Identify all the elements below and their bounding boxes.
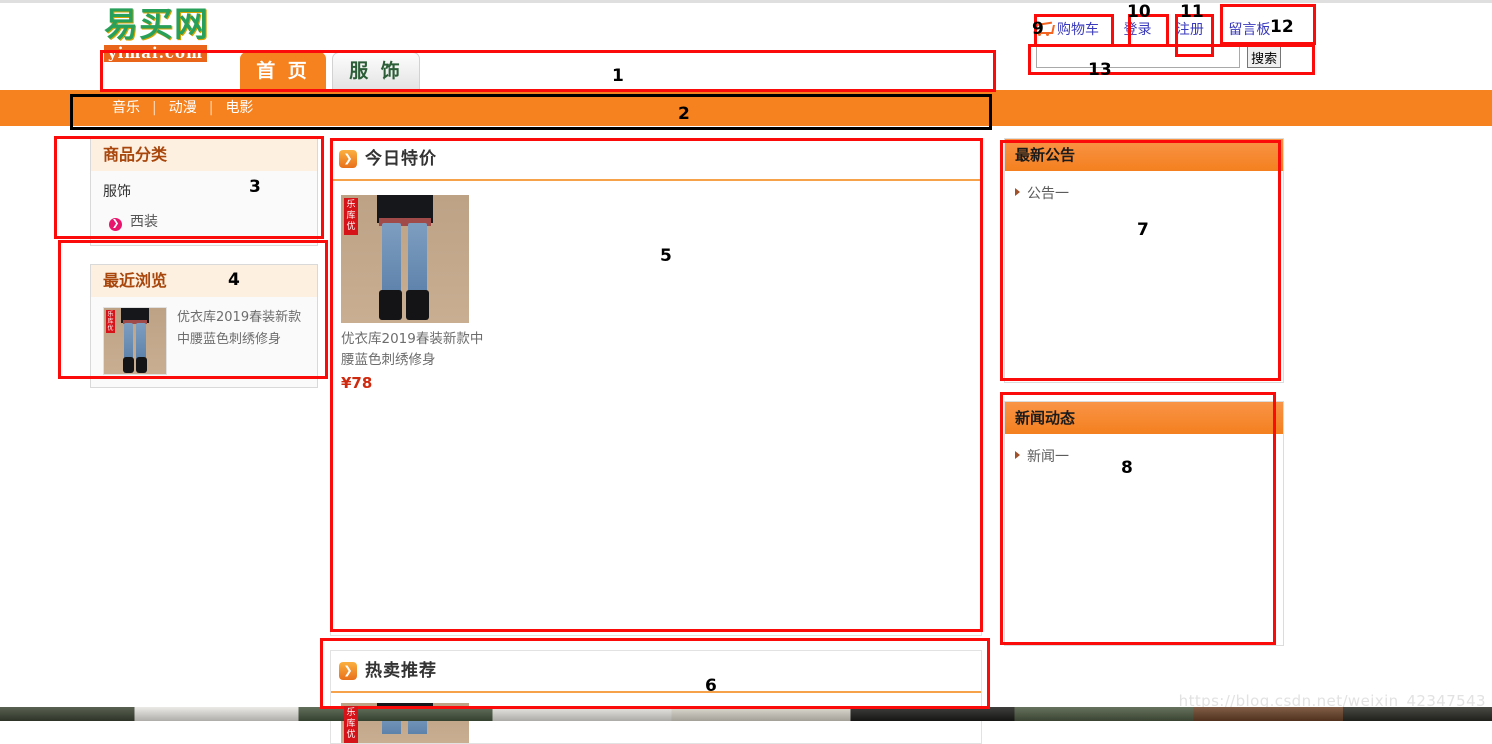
jeans-image: [341, 195, 469, 323]
login-link[interactable]: 登录: [1123, 18, 1151, 42]
triangle-bullet-icon: [1015, 188, 1020, 196]
recent-panel-title: 最近浏览: [91, 265, 317, 297]
chevron-square-icon: ❯: [339, 150, 357, 168]
chevron-circle-icon: ❯: [109, 218, 122, 231]
subnav-bar: 音乐 | 动漫 | 电影: [0, 90, 1492, 126]
announcement-item[interactable]: 公告一: [1015, 183, 1273, 205]
logo-domain: yimai.com: [104, 45, 207, 62]
category-panel: 商品分类 服饰 ❯ 西装: [90, 138, 318, 246]
top-links: 购物车 登录 注册 留言板: [1034, 18, 1290, 42]
today-deal-body: 乐库优 优衣库2019春装新款中腰蓝色刺绣修身 ¥78: [331, 181, 981, 635]
hot-recommend-header: ❯ 热卖推荐: [331, 651, 981, 693]
subnav-item-anime[interactable]: 动漫: [157, 90, 209, 126]
promo-badge: 乐库优: [106, 310, 115, 333]
news-item[interactable]: 新闻一: [1015, 446, 1273, 468]
taskbar-strip: [0, 707, 1492, 721]
search-input[interactable]: [1036, 46, 1240, 68]
product-name[interactable]: 优衣库2019春装新款中腰蓝色刺绣修身: [177, 307, 305, 375]
announcement-panel: 最新公告 公告一: [1004, 138, 1284, 383]
main-tabs: 首 页 服 饰: [240, 52, 426, 90]
hot-recommend-section: ❯ 热卖推荐 乐库优: [330, 650, 982, 744]
triangle-bullet-icon: [1015, 451, 1020, 459]
product-card[interactable]: 乐库优 优衣库2019春装新款中腰蓝色刺绣修身 ¥78: [341, 195, 483, 392]
search-bar: 搜索: [1036, 46, 1282, 68]
product-thumbnail[interactable]: 乐库优: [103, 307, 167, 375]
browser-top-divider: [0, 0, 1492, 3]
main-content: ❯ 今日特价 乐库优 优衣库2019春装新款中腰蓝色刺绣修身 ¥78 ❯ 热卖推…: [330, 138, 982, 744]
product-price: ¥78: [341, 374, 373, 392]
site-logo[interactable]: 易买网 yimai.com: [104, 6, 234, 68]
news-panel-title: 新闻动态: [1005, 402, 1283, 434]
category-panel-body: 服饰 ❯ 西装: [91, 171, 317, 245]
subnav-item-movie[interactable]: 电影: [213, 90, 265, 126]
search-button[interactable]: 搜索: [1247, 46, 1282, 68]
category-sub-item-label: 西装: [130, 214, 158, 230]
today-deal-title: 今日特价: [365, 149, 437, 169]
today-deal-header: ❯ 今日特价: [331, 139, 981, 181]
promo-badge: 乐库优: [344, 706, 358, 743]
category-sub-item-suit[interactable]: ❯ 西装: [103, 207, 305, 235]
product-image[interactable]: 乐库优: [341, 195, 469, 323]
page-root: 易买网 yimai.com 首 页 服 饰 购物车 登录 注册 留言板 搜索 音…: [0, 0, 1492, 744]
news-panel: 新闻动态 新闻一: [1004, 401, 1284, 646]
register-link[interactable]: 注册: [1176, 18, 1204, 42]
right-sidebar: 最新公告 公告一 新闻动态 新闻一: [1004, 138, 1284, 664]
tab-clothing[interactable]: 服 饰: [332, 52, 420, 89]
announcement-item-label: 公告一: [1027, 186, 1069, 202]
news-panel-body: 新闻一: [1005, 434, 1283, 480]
cart-link[interactable]: 购物车: [1034, 18, 1099, 42]
logo-text: 易买网: [104, 5, 209, 45]
subnav-links: 音乐 | 动漫 | 电影: [100, 90, 265, 126]
hot-recommend-title: 热卖推荐: [365, 661, 437, 681]
today-deal-section: ❯ 今日特价 乐库优 优衣库2019春装新款中腰蓝色刺绣修身 ¥78: [330, 138, 982, 636]
list-item[interactable]: 乐库优 优衣库2019春装新款中腰蓝色刺绣修身: [103, 303, 305, 377]
announcement-panel-title: 最新公告: [1005, 139, 1283, 171]
announcement-panel-body: 公告一: [1005, 171, 1283, 217]
recent-panel: 最近浏览 乐库优 优衣库2019春装新款中腰蓝色刺绣修身: [90, 264, 318, 388]
left-sidebar: 商品分类 服饰 ❯ 西装 最近浏览 乐库优 优衣库2019春装新款中腰蓝色刺绣修…: [90, 138, 318, 406]
tab-home[interactable]: 首 页: [240, 52, 326, 90]
cart-label: 购物车: [1057, 22, 1099, 38]
category-panel-title: 商品分类: [91, 139, 317, 171]
subnav-item-music[interactable]: 音乐: [100, 90, 152, 126]
header-band: 易买网 yimai.com 首 页 服 饰 购物车 登录 注册 留言板 搜索: [0, 0, 1492, 94]
category-top-item[interactable]: 服饰: [103, 177, 305, 207]
product-name[interactable]: 优衣库2019春装新款中腰蓝色刺绣修身: [341, 329, 491, 371]
recent-panel-body: 乐库优 优衣库2019春装新款中腰蓝色刺绣修身: [91, 297, 317, 387]
chevron-square-icon: ❯: [339, 662, 357, 680]
promo-badge: 乐库优: [344, 198, 358, 235]
shopping-cart-icon: [1034, 22, 1054, 36]
message-board-link[interactable]: 留言板: [1228, 18, 1270, 42]
news-item-label: 新闻一: [1027, 449, 1069, 465]
